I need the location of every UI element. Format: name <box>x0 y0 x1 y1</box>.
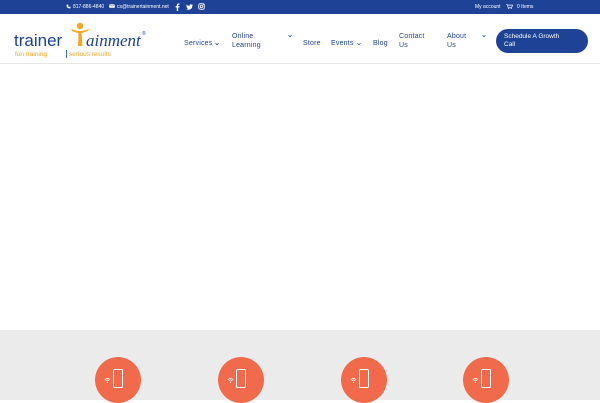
wifi-icon <box>104 377 111 384</box>
phone-contact[interactable]: 817-886-4840 <box>66 0 104 14</box>
phone-icon <box>113 369 123 388</box>
email-contact[interactable]: cs@trainertainment.net <box>109 0 169 14</box>
my-account-label: My account <box>475 4 501 10</box>
nav-store[interactable]: Store <box>303 40 321 47</box>
wifi-icon <box>472 377 479 384</box>
nav-about-us[interactable]: About Us <box>447 32 466 50</box>
chevron-down-icon <box>288 34 292 38</box>
nav-contact-line1: Contact <box>399 33 425 40</box>
feature-circle-2[interactable] <box>218 357 264 403</box>
cart-icon <box>506 3 514 11</box>
nav-contact-us[interactable]: Contact Us <box>399 32 425 50</box>
facebook-icon[interactable] <box>173 2 181 11</box>
phone-number: 817-886-4840 <box>73 4 105 10</box>
email-address: cs@trainertainment.net <box>117 4 169 10</box>
phone-icon <box>236 369 246 388</box>
top-bar: 817-886-4840 cs@trainertainment.net My a… <box>0 0 600 14</box>
nav-online-learning[interactable]: Online Learning <box>232 32 261 50</box>
cart-count: 0 Items <box>517 4 534 10</box>
features-section <box>0 330 600 400</box>
logo-brand-right: ainment <box>86 31 142 50</box>
hero-section <box>0 65 600 330</box>
chevron-down-icon <box>482 34 486 38</box>
nav-about-line1: About <box>447 33 467 40</box>
wifi-icon <box>350 377 357 384</box>
nav-contact-line2: Us <box>399 42 408 49</box>
logo-tagline-left: fun training <box>15 51 48 58</box>
phone-icon <box>481 369 491 388</box>
phone-icon <box>359 369 369 388</box>
cta-line1: Schedule A Growth <box>504 33 560 40</box>
trainertainment-logo[interactable]: trainer ainment ® fun training serious r… <box>14 20 150 60</box>
twitter-icon[interactable] <box>185 2 193 11</box>
nav-online-learning-line1: Online <box>232 33 254 40</box>
nav-services[interactable]: Services <box>184 40 220 47</box>
feature-circle-1[interactable] <box>95 357 141 403</box>
registered-mark: ® <box>142 30 146 37</box>
feature-circle-3[interactable] <box>341 357 387 403</box>
feature-circle-4[interactable] <box>463 357 509 403</box>
envelope-icon <box>109 4 115 10</box>
instagram-icon[interactable] <box>197 2 205 11</box>
phone-icon <box>66 4 71 11</box>
logo-tagline-right: serious results <box>69 51 112 58</box>
nav-store-label: Store <box>303 40 321 47</box>
nav-events-label: Events <box>331 40 354 47</box>
chevron-down-icon <box>215 42 220 46</box>
wifi-icon <box>227 377 234 384</box>
nav-online-learning-line2: Learning <box>232 42 261 49</box>
chevron-down-icon <box>356 42 361 46</box>
nav-blog-label: Blog <box>373 40 388 47</box>
nav-services-label: Services <box>184 40 213 47</box>
cart-link[interactable]: 0 Items <box>506 0 533 14</box>
nav-blog[interactable]: Blog <box>373 40 388 47</box>
cta-line2: Call <box>504 41 516 48</box>
site-header: trainer ainment ® fun training serious r… <box>0 14 600 64</box>
nav-events[interactable]: Events <box>331 40 361 47</box>
logo-brand-left: trainer <box>14 31 63 50</box>
schedule-growth-call-button[interactable]: Schedule A Growth Call <box>496 29 588 53</box>
my-account-link[interactable]: My account <box>475 0 501 14</box>
nav-about-line2: Us <box>447 42 456 49</box>
